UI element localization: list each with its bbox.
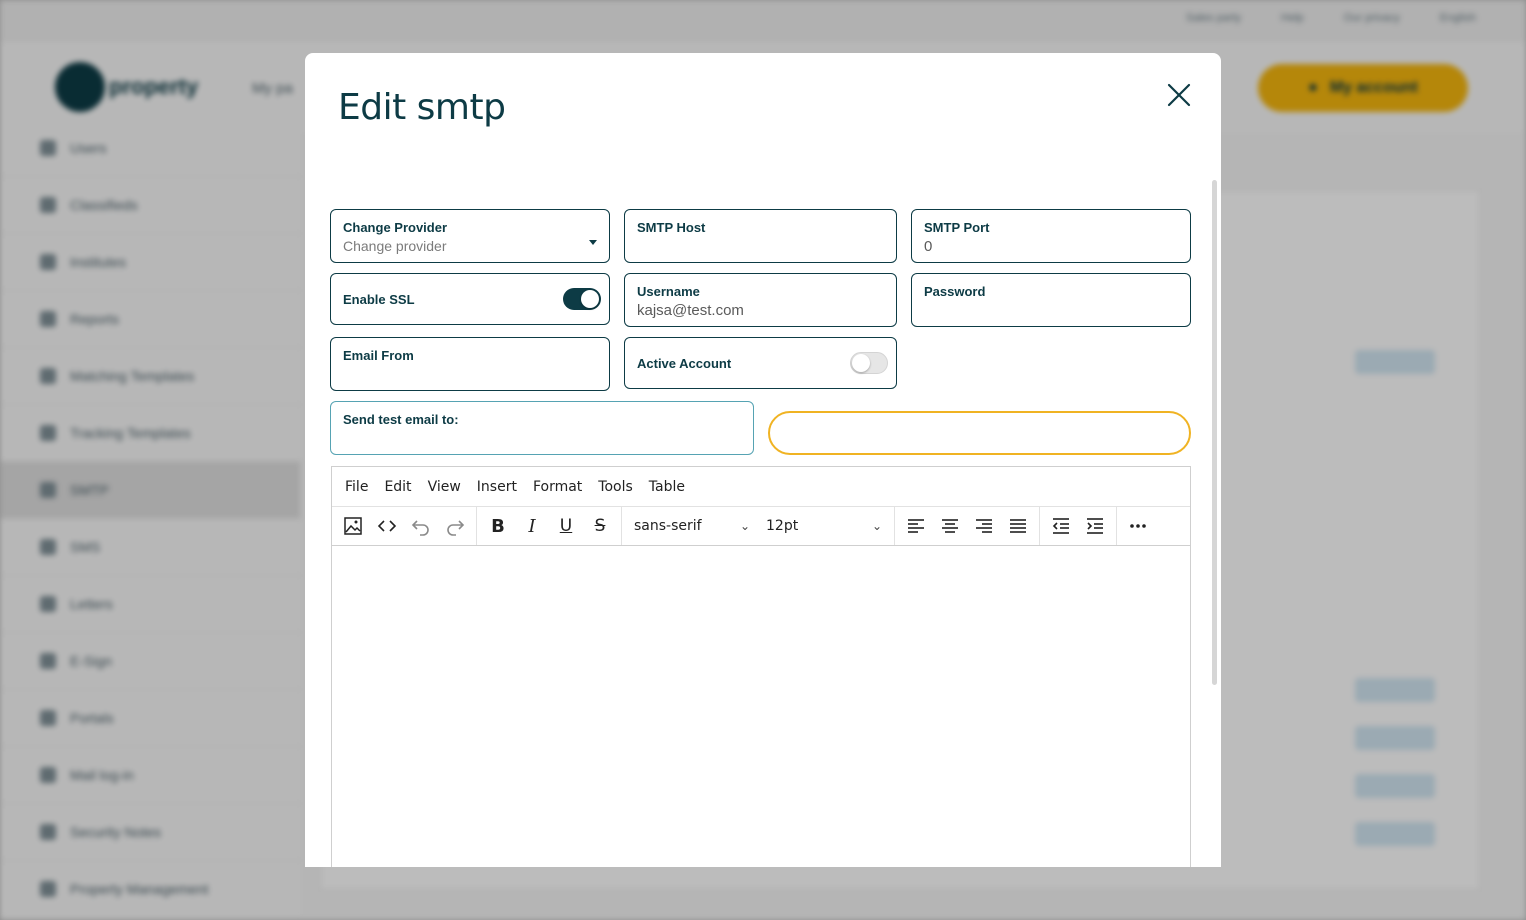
- edit-smtp-modal: Edit smtp Change Provider Change provide…: [305, 53, 1221, 867]
- align-justify-icon: [1010, 519, 1026, 533]
- image-button[interactable]: [336, 511, 370, 541]
- email-from-label: Email From: [343, 348, 414, 363]
- change-provider-select[interactable]: Change Provider Change provider: [330, 209, 610, 263]
- align-right-button[interactable]: [967, 511, 1001, 541]
- send-test-email-button[interactable]: [768, 411, 1191, 455]
- italic-button[interactable]: I: [515, 511, 549, 541]
- close-button[interactable]: [1165, 81, 1193, 109]
- menu-format[interactable]: Format: [533, 479, 582, 495]
- toolbar-group-format: B I U S: [477, 507, 622, 545]
- toolbar-group-more: [1117, 507, 1159, 545]
- username-label: Username: [637, 284, 700, 299]
- password-label: Password: [924, 284, 986, 299]
- toggle-knob: [852, 354, 870, 372]
- enable-ssl-label: Enable SSL: [343, 292, 415, 307]
- indent-button[interactable]: [1078, 511, 1112, 541]
- toolbar-group-insert: [332, 507, 477, 545]
- align-center-button[interactable]: [933, 511, 967, 541]
- more-icon: [1130, 524, 1146, 528]
- change-provider-placeholder: Change provider: [343, 238, 447, 254]
- image-icon: [344, 517, 362, 535]
- password-field[interactable]: Password: [911, 273, 1191, 327]
- modal-title: Edit smtp: [338, 87, 506, 128]
- font-size-select[interactable]: 12pt ⌄: [758, 511, 890, 541]
- editor-toolbar: B I U S sans-serif ⌄ 12pt ⌄: [332, 507, 1190, 546]
- editor-content-area[interactable]: [332, 546, 1190, 867]
- outdent-button[interactable]: [1044, 511, 1078, 541]
- redo-icon: [447, 520, 465, 536]
- close-icon: [1167, 83, 1191, 107]
- bold-icon: B: [491, 515, 505, 537]
- active-account-row: Active Account: [624, 337, 897, 389]
- align-left-button[interactable]: [899, 511, 933, 541]
- underline-button[interactable]: U: [549, 511, 583, 541]
- username-field[interactable]: Username kajsa@test.com: [624, 273, 897, 327]
- caret-down-icon: [589, 240, 597, 245]
- test-email-field[interactable]: Send test email to:: [330, 401, 754, 455]
- email-from-field[interactable]: Email From: [330, 337, 610, 391]
- change-provider-label: Change Provider: [343, 220, 448, 235]
- align-right-icon: [976, 519, 992, 533]
- bold-button[interactable]: B: [481, 511, 515, 541]
- italic-icon: I: [528, 515, 536, 537]
- menu-file[interactable]: File: [345, 479, 368, 495]
- indent-icon: [1087, 518, 1103, 534]
- font-family-select[interactable]: sans-serif ⌄: [626, 511, 758, 541]
- outdent-icon: [1052, 518, 1069, 534]
- font-family-value: sans-serif: [634, 518, 702, 534]
- menu-table[interactable]: Table: [649, 479, 685, 495]
- enable-ssl-row: Enable SSL: [330, 273, 610, 325]
- smtp-host-field[interactable]: SMTP Host: [624, 209, 897, 263]
- more-button[interactable]: [1121, 511, 1155, 541]
- code-icon: [377, 520, 397, 532]
- toolbar-group-font: sans-serif ⌄ 12pt ⌄: [622, 507, 895, 545]
- font-size-value: 12pt: [766, 518, 799, 534]
- editor-menubar: File Edit View Insert Format Tools Table: [332, 467, 1190, 507]
- modal-scrollbar[interactable]: [1212, 180, 1217, 685]
- strikethrough-icon: S: [594, 516, 606, 536]
- align-justify-button[interactable]: [1001, 511, 1035, 541]
- menu-view[interactable]: View: [428, 479, 461, 495]
- enable-ssl-toggle[interactable]: [563, 288, 601, 310]
- menu-tools[interactable]: Tools: [598, 479, 633, 495]
- active-account-label: Active Account: [637, 356, 732, 371]
- chevron-down-icon: ⌄: [871, 519, 882, 533]
- redo-button[interactable]: [438, 511, 472, 541]
- active-account-toggle[interactable]: [850, 352, 888, 374]
- menu-edit[interactable]: Edit: [384, 479, 411, 495]
- menu-insert[interactable]: Insert: [477, 479, 517, 495]
- underline-icon: U: [559, 516, 573, 536]
- username-value: kajsa@test.com: [637, 302, 744, 319]
- smtp-port-label: SMTP Port: [924, 220, 990, 235]
- toolbar-group-align: [895, 507, 1040, 545]
- smtp-port-field[interactable]: SMTP Port 0: [911, 209, 1191, 263]
- toggle-knob: [581, 290, 599, 308]
- align-center-icon: [942, 519, 958, 533]
- toolbar-group-indent: [1040, 507, 1117, 545]
- undo-icon: [411, 520, 429, 536]
- undo-button[interactable]: [404, 511, 438, 541]
- source-code-button[interactable]: [370, 511, 404, 541]
- test-email-label: Send test email to:: [343, 412, 459, 427]
- chevron-down-icon: ⌄: [739, 519, 750, 533]
- strikethrough-button[interactable]: S: [583, 511, 617, 541]
- smtp-host-label: SMTP Host: [637, 220, 706, 235]
- smtp-port-value: 0: [924, 238, 933, 255]
- align-left-icon: [908, 519, 924, 533]
- rich-text-editor: File Edit View Insert Format Tools Table: [331, 466, 1191, 867]
